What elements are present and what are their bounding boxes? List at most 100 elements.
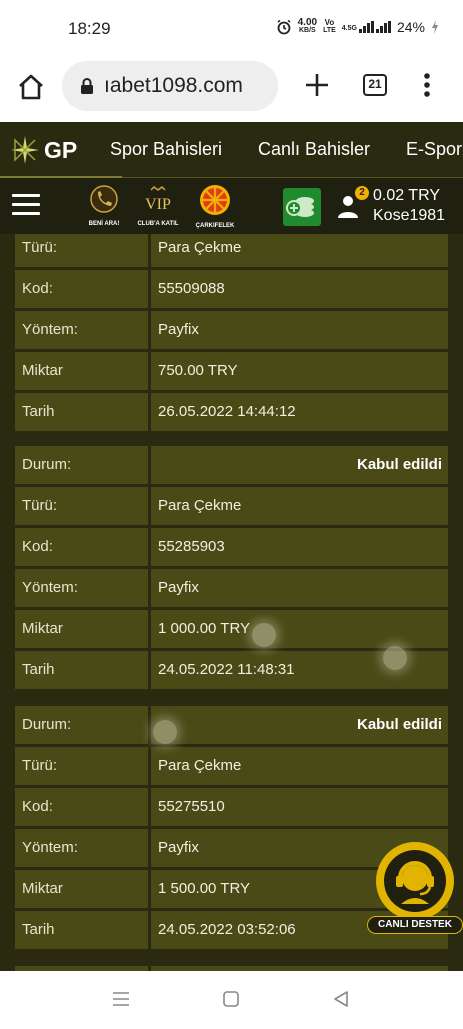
transaction-row: Yöntem: Payfix	[15, 569, 448, 607]
transaction-row: Türü: Para Çekme	[15, 487, 448, 525]
lock-icon	[81, 78, 93, 94]
network-speed-unit: KB/S	[298, 27, 316, 34]
row-value: 750.00 TRY	[151, 352, 448, 390]
row-value: Para Çekme	[151, 747, 448, 785]
live-support-label: CANLI DESTEK	[367, 916, 463, 934]
transaction-row: Miktar 750.00 TRY	[15, 352, 448, 390]
row-value: 1 000.00 TRY	[151, 610, 448, 648]
row-label: Kod:	[15, 270, 148, 308]
tab-switcher-button[interactable]: 21	[363, 74, 387, 96]
star-logo-icon	[11, 136, 39, 164]
row-label: Kod:	[15, 788, 148, 826]
touch-indicator	[383, 646, 407, 670]
battery-level: 24%	[396, 19, 425, 35]
new-tab-icon[interactable]	[303, 71, 331, 99]
alarm-icon	[277, 19, 291, 35]
row-label: Türü:	[15, 234, 148, 267]
row-label: Yöntem:	[15, 569, 148, 607]
coins-icon	[286, 197, 314, 217]
transaction-row: Kod: 55509088	[15, 270, 448, 308]
row-value: Payfix	[151, 569, 448, 607]
volte-bottom: LTE	[323, 27, 336, 34]
home-icon[interactable]	[16, 72, 46, 102]
wheel-icon	[200, 185, 230, 215]
site-nav: GP Spor Bahisleri Canlı Bahisler E-Spor	[0, 122, 463, 178]
touch-indicator	[153, 720, 177, 744]
transaction-row: Kod: 55285903	[15, 528, 448, 566]
row-label: Tarih	[15, 651, 148, 689]
row-label: Yöntem:	[15, 829, 148, 867]
row-value: Para Çekme	[151, 234, 448, 267]
signal-icon: 4.5G	[342, 21, 391, 33]
site-logo[interactable]: GP	[10, 134, 77, 166]
notification-badge: 2	[355, 186, 369, 200]
transaction-row: Yöntem: Payfix	[15, 311, 448, 349]
phone-icon	[90, 185, 118, 213]
headset-agent-icon	[384, 850, 446, 912]
transaction-row: Tarih 26.05.2022 14:44:12	[15, 393, 448, 431]
promo-label: BENİ ARA!	[88, 221, 120, 227]
support-circle	[376, 842, 454, 920]
row-label: Türü:	[15, 487, 148, 525]
address-bar[interactable]: ıabet1098.com	[62, 61, 278, 111]
vip-icon: VIP	[145, 186, 171, 213]
hamburger-menu-icon[interactable]	[12, 194, 40, 216]
row-label: Tarih	[15, 393, 148, 431]
row-label: Yöntem:	[15, 311, 148, 349]
deposit-button[interactable]	[283, 188, 321, 226]
row-value: 55285903	[151, 528, 448, 566]
transaction-row: Türü: Para Çekme	[15, 234, 448, 267]
signal-bars-2	[375, 21, 391, 33]
row-label: Kod:	[15, 528, 148, 566]
transaction-row: Miktar 1 000.00 TRY	[15, 610, 448, 648]
system-nav-bar	[0, 971, 463, 1029]
nav-spor-bahisleri[interactable]: Spor Bahisleri	[110, 139, 222, 160]
account-bar: BENİ ARA! VIP CLUB'A KATIL ÇARKIFELEK 2 …	[0, 178, 463, 234]
live-support-button[interactable]: CANLI DESTEK	[367, 842, 463, 938]
status-value: Kabul edildi	[151, 706, 448, 744]
network-speed-value: 4.00	[297, 17, 318, 28]
row-label: Türü:	[15, 747, 148, 785]
nav-e-spor[interactable]: E-Spor	[406, 139, 462, 160]
battery-icon	[432, 20, 438, 34]
row-value: 55275510	[151, 788, 448, 826]
signal-bars	[358, 21, 374, 33]
touch-indicator	[252, 623, 276, 647]
status-value: Kabul edildi	[151, 446, 448, 484]
account-balance: 0.02 TRY	[373, 187, 441, 204]
transaction-status-row: Durum: Kabul edildi	[15, 446, 448, 484]
transaction-card: Türü: Para Çekme Kod: 55509088 Yöntem: Payf…	[15, 234, 448, 434]
signal-label: 4.5G	[341, 25, 357, 32]
promo-call-me[interactable]: BENİ ARA!	[79, 184, 129, 227]
promo-vip-club[interactable]: VIP CLUB'A KATIL	[133, 184, 183, 227]
status-label: Durum:	[15, 706, 148, 744]
row-label: Tarih	[15, 911, 148, 949]
row-label: Miktar	[15, 610, 148, 648]
status-icons: 4.00 KB/S Vo LTE 4.5G 24%	[276, 17, 439, 35]
row-value: 55509088	[151, 270, 448, 308]
status-bar: 18:29 4.00 KB/S Vo LTE 4.5G 24%	[0, 0, 463, 60]
transaction-row: Kod: 55275510	[15, 788, 448, 826]
status-label: Durum:	[15, 446, 148, 484]
home-square-icon[interactable]	[222, 990, 240, 1008]
back-icon[interactable]	[332, 990, 350, 1008]
row-label: Miktar	[15, 870, 148, 908]
promo-label: CLUB'A KATIL	[137, 221, 179, 227]
nav-canli-bahisler[interactable]: Canlı Bahisler	[258, 139, 370, 160]
recents-menu-icon[interactable]	[112, 991, 130, 1007]
status-time: 18:29	[68, 19, 111, 38]
promo-wheel[interactable]: ÇARKIFELEK	[190, 184, 240, 229]
account-username: Kose1981	[373, 207, 446, 224]
url-text[interactable]: ıabet1098.com	[104, 74, 243, 98]
more-options-icon[interactable]	[419, 71, 435, 99]
svg-text:VIP: VIP	[145, 196, 171, 213]
row-value: Payfix	[151, 311, 448, 349]
volte-top: Vo	[324, 18, 335, 27]
row-value: Para Çekme	[151, 487, 448, 525]
row-value: 26.05.2022 14:44:12	[151, 393, 448, 431]
transaction-row: Türü: Para Çekme	[15, 747, 448, 785]
promo-label: ÇARKIFELEK	[195, 223, 235, 229]
transaction-status-row: Durum: Kabul edildi	[15, 706, 448, 744]
row-label: Miktar	[15, 352, 148, 390]
browser-toolbar: ıabet1098.com 21	[0, 60, 463, 122]
